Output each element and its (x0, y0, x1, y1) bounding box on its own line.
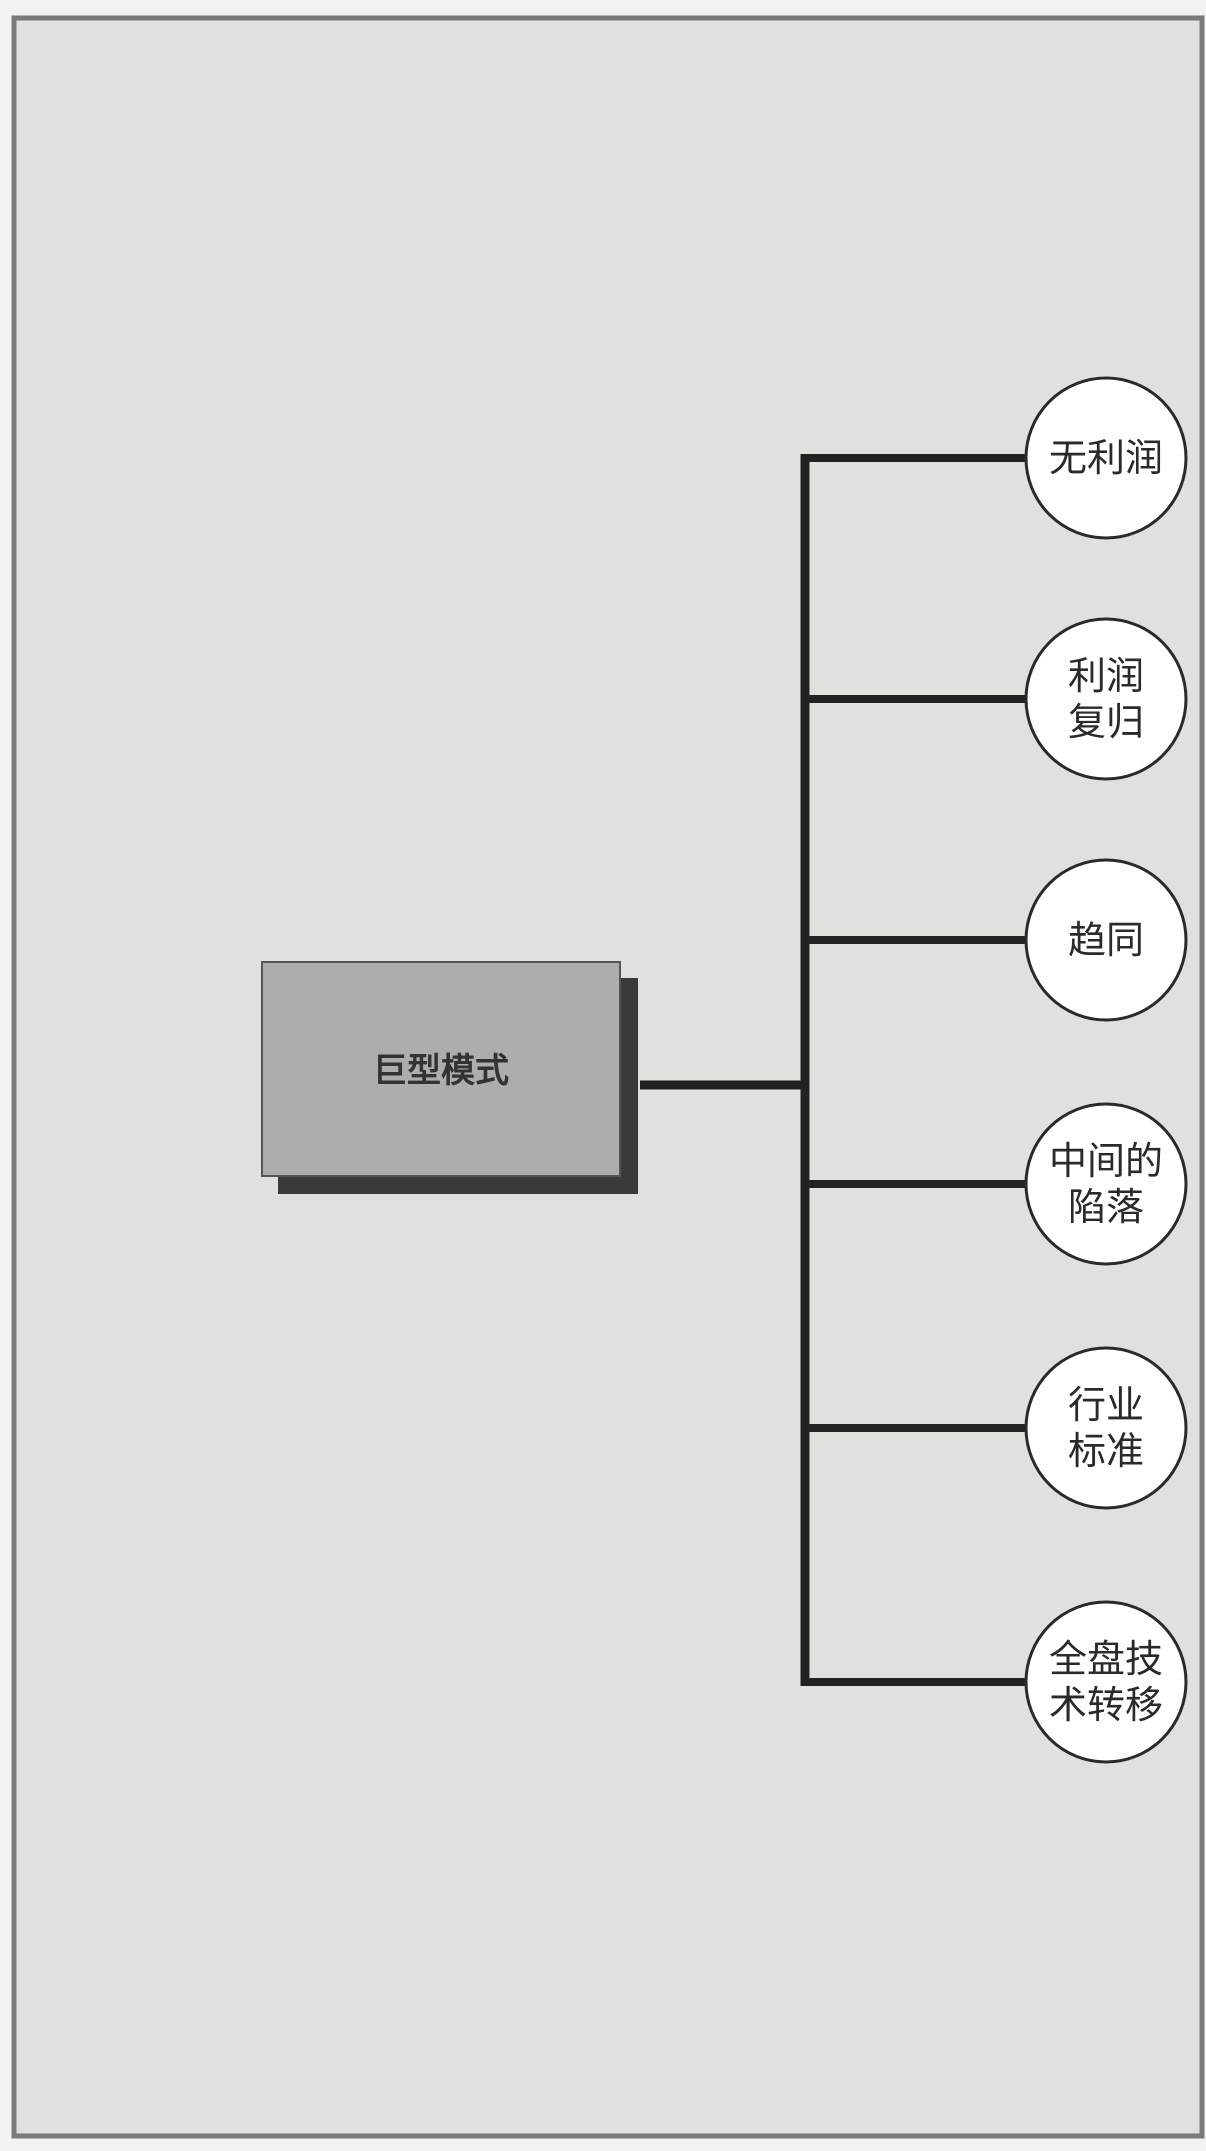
branch-label: 趋同 (1068, 918, 1144, 962)
center-node: 巨型模式 (261, 961, 638, 1194)
branch-circle (1024, 1346, 1188, 1510)
branch-node: 趋同 (1024, 858, 1188, 1022)
branch-label: 利润 (1068, 654, 1144, 698)
branch-circle (1024, 617, 1188, 781)
branch-label: 术转移 (1049, 1683, 1163, 1727)
branch-label: 陷落 (1068, 1185, 1144, 1229)
branch-circle (1024, 1600, 1188, 1764)
branch-node: 中间的陷落 (1024, 1102, 1188, 1266)
center-node-label: 巨型模式 (373, 1051, 509, 1091)
branch-circle (1024, 1102, 1188, 1266)
branch-node: 利润复归 (1024, 617, 1188, 781)
diagram-canvas: 巨型模式 无利润利润复归趋同中间的陷落行业标准全盘技术转移 (11, 15, 1205, 2139)
branch-node: 全盘技术转移 (1024, 1600, 1188, 1764)
branch-label: 行业 (1068, 1383, 1144, 1427)
branch-label: 复归 (1068, 700, 1144, 744)
branch-label: 标准 (1068, 1429, 1144, 1473)
branch-label: 全盘技 (1049, 1637, 1163, 1681)
branch-label: 中间的 (1049, 1139, 1163, 1183)
branch-label: 无利润 (1049, 436, 1163, 480)
branch-node: 无利润 (1024, 376, 1188, 540)
branch-node: 行业标准 (1024, 1346, 1188, 1510)
